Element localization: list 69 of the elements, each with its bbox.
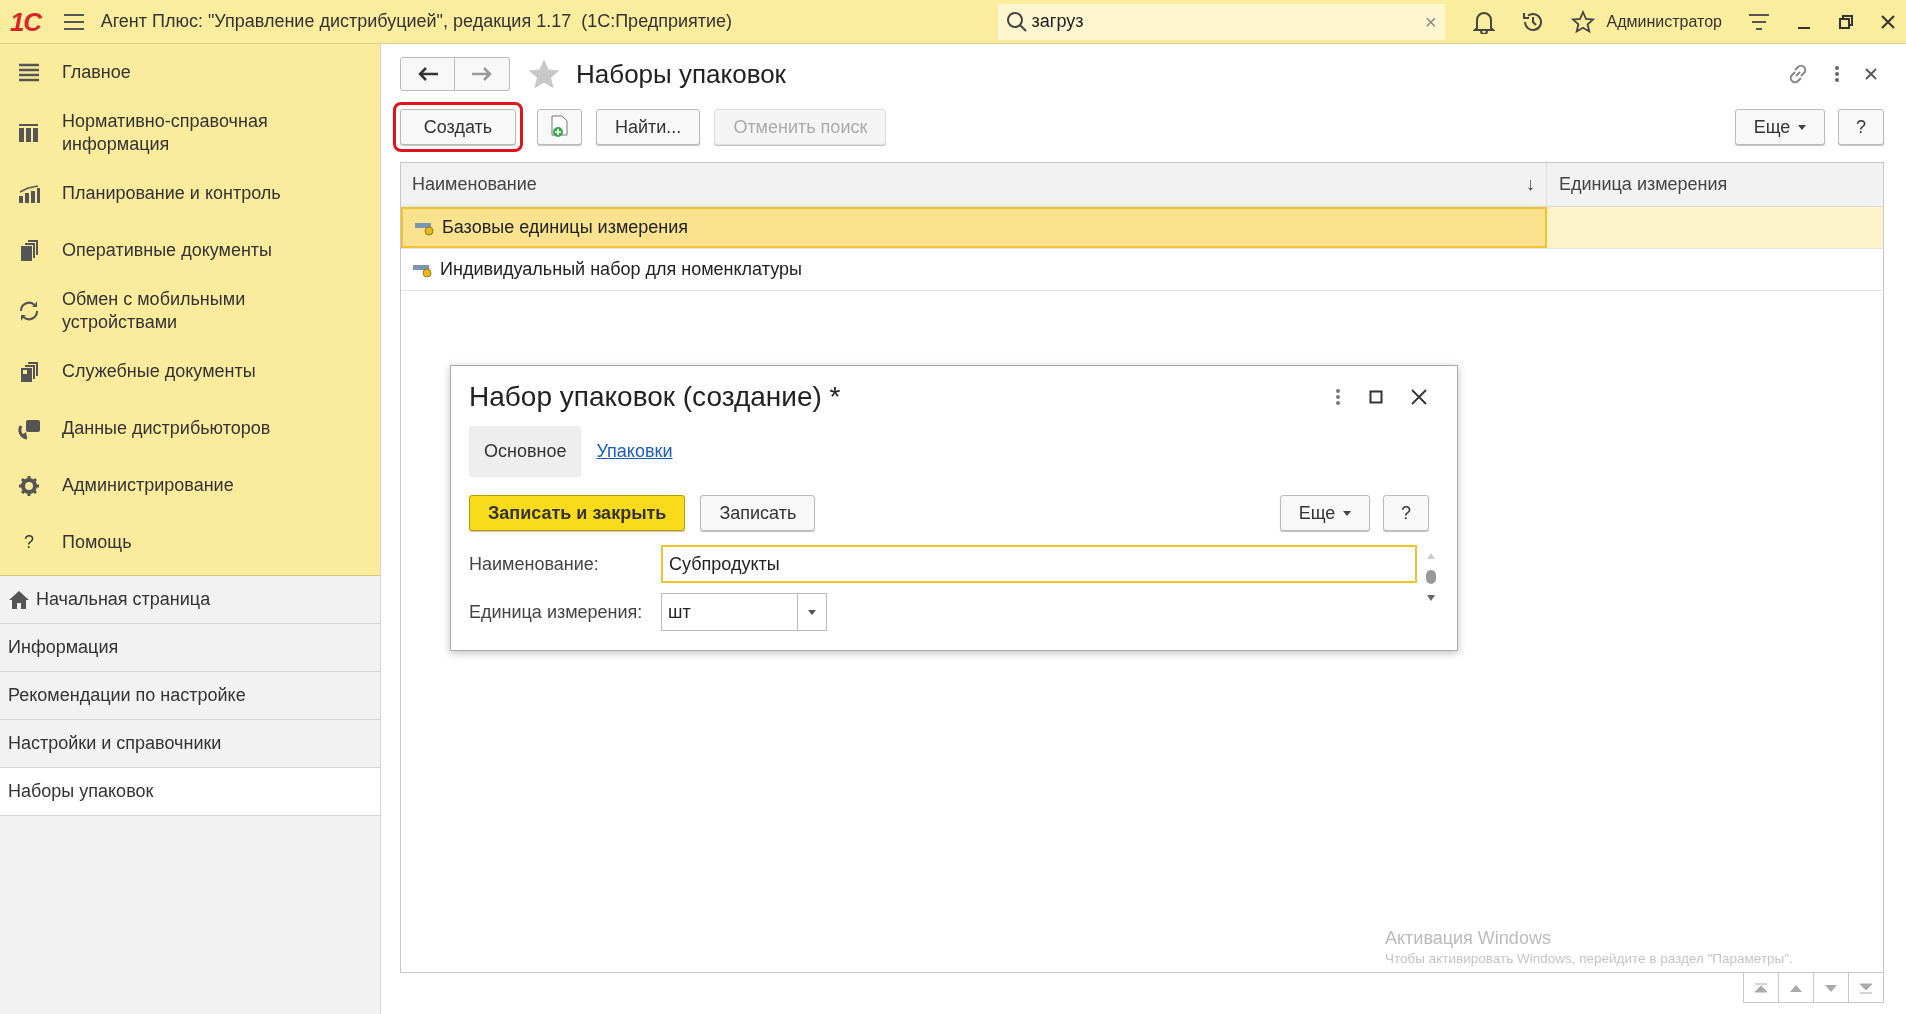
scroll-bottom-icon <box>1858 981 1874 994</box>
more-icon[interactable] <box>1834 65 1840 83</box>
scroll-down-icon[interactable] <box>1427 595 1435 601</box>
user-name[interactable]: Администратор <box>1606 9 1722 34</box>
tab[interactable]: Упаковки <box>581 426 688 477</box>
tab[interactable]: Основное <box>469 426 582 477</box>
documents-icon[interactable] <box>18 239 40 262</box>
add-document-button[interactable] <box>537 109 582 145</box>
dropdown-arrow-icon <box>808 609 816 615</box>
new-document-icon <box>548 115 571 139</box>
field-label: Единица измерения: <box>469 600 644 624</box>
refresh-icon[interactable] <box>18 300 40 322</box>
more-button[interactable]: Еще <box>1735 109 1825 145</box>
column-header[interactable]: Наименование ↓ <box>401 163 1547 206</box>
help-button[interactable]: ? <box>1838 109 1884 145</box>
window-title: Агент Плюс: "Управление дистрибуцией", редакция 1.17 (1С:Предприятие) <box>100 10 733 33</box>
gear-icon[interactable] <box>18 474 40 497</box>
page-title: Наборы упаковок <box>576 57 786 91</box>
dropdown-field[interactable]: шт <box>661 593 797 631</box>
section-item[interactable]: Помощь <box>62 531 132 554</box>
close-icon[interactable] <box>1864 67 1878 81</box>
section-item[interactable]: Служебные документы <box>62 360 256 383</box>
help-icon[interactable]: ? <box>18 529 34 556</box>
back-arrow-icon <box>416 66 439 82</box>
section-item[interactable]: Обмен с мобильными устройствами <box>62 288 292 334</box>
bar-chart-icon[interactable] <box>18 183 40 204</box>
dialog-title: Набор упаковок (создание) * <box>469 380 841 414</box>
section-item[interactable]: Администрирование <box>62 474 234 497</box>
list-icon[interactable] <box>18 62 40 83</box>
more-button[interactable]: Еще <box>1280 495 1370 531</box>
save-and-close-button[interactable]: Записать и закрыть <box>469 495 686 531</box>
table-cell[interactable]: Базовые единицы измерения <box>401 207 1547 248</box>
save-button[interactable]: Записать <box>700 495 816 531</box>
filter-icon[interactable] <box>1748 12 1770 31</box>
activation-text: Чтобы активировать Windows, перейдите в раздел "Параметры". <box>1385 950 1793 968</box>
documents-icon[interactable] <box>18 360 40 383</box>
toolbar-button[interactable]: Найти... <box>596 109 701 145</box>
search-icon <box>1005 10 1028 33</box>
home-icon <box>8 589 30 610</box>
columns-icon[interactable] <box>18 123 40 143</box>
close-icon[interactable] <box>1880 13 1896 30</box>
table-cell[interactable]: Индивидуальный набор для номенклатуры <box>401 249 1547 290</box>
forward-arrow-icon <box>471 66 493 82</box>
activation-title: Активация Windows <box>1385 927 1552 949</box>
app-logo: 1С <box>10 8 41 35</box>
scroll-thumb-icon[interactable] <box>1425 569 1437 585</box>
sort-indicator[interactable]: ↓ <box>1526 171 1535 198</box>
star-icon[interactable] <box>1570 9 1595 34</box>
help-button[interactable]: ? <box>1383 495 1429 531</box>
section-item[interactable]: Данные дистрибьюторов <box>62 417 271 440</box>
section-item[interactable]: Оперативные документы <box>62 239 273 262</box>
menu-icon[interactable] <box>62 12 85 31</box>
field-label: Наименование: <box>469 552 600 576</box>
column-header[interactable]: Единица измерения <box>1547 163 1883 206</box>
restore-icon[interactable] <box>1838 13 1854 30</box>
back-button[interactable] <box>400 57 455 91</box>
input-field[interactable]: Субпродукты <box>661 545 1417 583</box>
search-field[interactable]: загруз × <box>997 3 1445 40</box>
open-window-item[interactable]: Наборы упаковок <box>0 768 380 816</box>
section-item[interactable]: Планирование и контроль <box>62 182 281 205</box>
toolbar-button[interactable]: Создать <box>400 109 516 145</box>
maximize-icon[interactable] <box>1369 390 1383 404</box>
bell-icon[interactable] <box>1472 9 1495 34</box>
close-icon[interactable] <box>1411 389 1427 405</box>
section-item[interactable]: Нормативно-справочная информация <box>62 110 292 156</box>
section-item[interactable]: Главное <box>62 61 131 84</box>
more-icon[interactable] <box>1335 388 1341 406</box>
star-icon[interactable] <box>527 58 561 90</box>
scroll-top-icon <box>1753 981 1769 994</box>
